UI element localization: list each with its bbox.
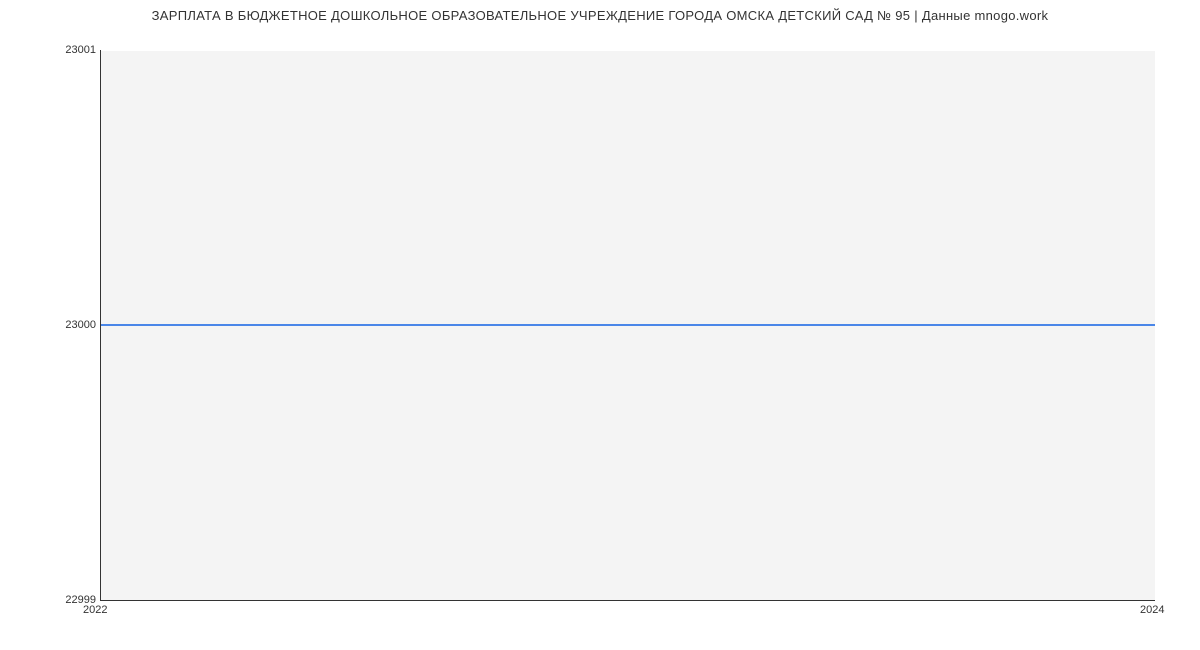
y-axis-tick: 23001 bbox=[16, 44, 96, 56]
data-line bbox=[101, 324, 1155, 326]
chart-title: ЗАРПЛАТА В БЮДЖЕТНОЕ ДОШКОЛЬНОЕ ОБРАЗОВА… bbox=[0, 8, 1200, 23]
grid-line bbox=[101, 50, 1155, 51]
plot-area bbox=[100, 50, 1155, 601]
x-axis-tick: 2022 bbox=[83, 604, 107, 616]
y-axis-tick: 23000 bbox=[16, 319, 96, 331]
x-axis-tick: 2024 bbox=[1140, 604, 1164, 616]
